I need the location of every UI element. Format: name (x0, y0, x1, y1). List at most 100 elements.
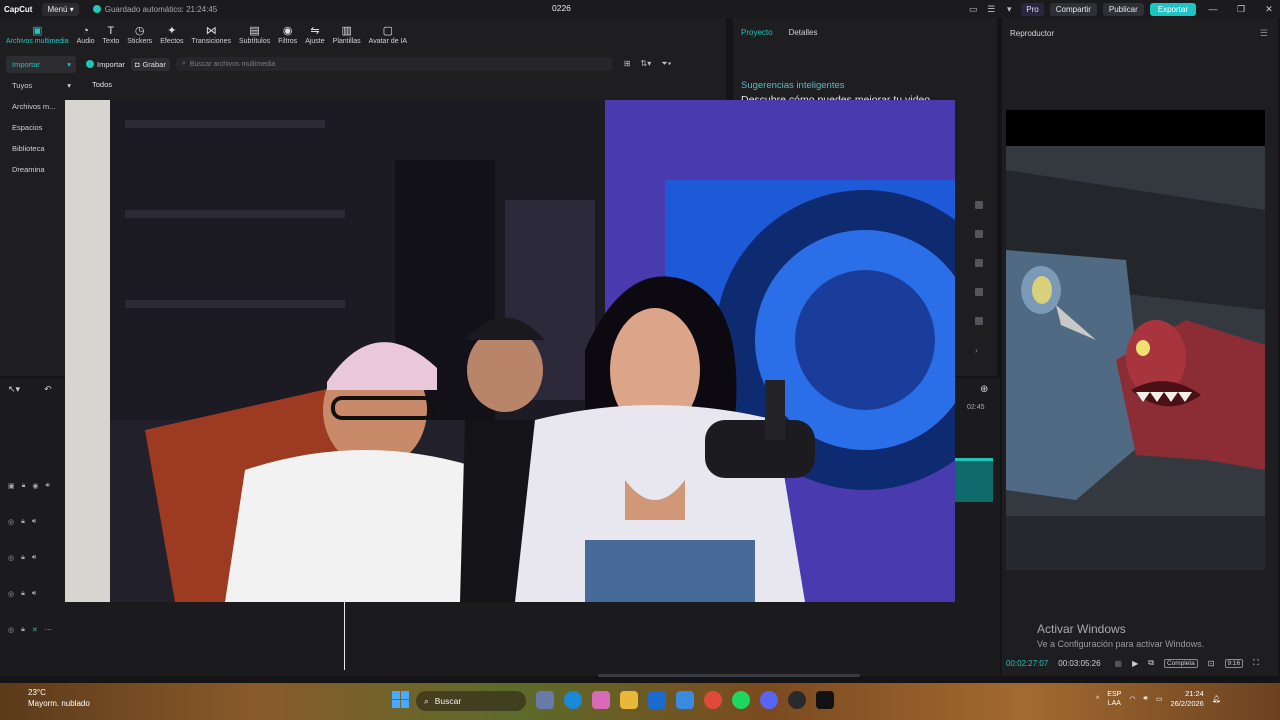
tool-effects[interactable]: ✦ Efectos (156, 25, 187, 48)
grid-view-icon[interactable]: ⊞ (624, 59, 631, 69)
weather-widget[interactable]: 23°C Mayorm. nublado (10, 687, 90, 709)
notification-icon[interactable]: 🔔︎ (1212, 695, 1221, 703)
chrome-icon[interactable] (704, 691, 722, 709)
timeline-clip[interactable] (955, 458, 993, 502)
crop-icon[interactable]: ⧉ (1148, 658, 1154, 668)
pro-button[interactable]: Pro (1021, 2, 1044, 16)
tab-project[interactable]: Proyecto (741, 28, 773, 37)
shortcuts-icon[interactable]: ☰ (985, 4, 997, 15)
store-icon[interactable] (676, 691, 694, 709)
playhead[interactable] (344, 600, 345, 670)
lock-icon[interactable]: 🔒︎ (21, 590, 25, 598)
tool-text[interactable]: T Texto (99, 25, 124, 48)
list-item[interactable] (975, 288, 983, 296)
tool-subtitles[interactable]: ▤ Subtítulos (235, 25, 274, 48)
activation-watermark-title: Activar Windows (1037, 622, 1126, 636)
battery-icon[interactable]: ▭ (1156, 695, 1163, 703)
tool-transitions[interactable]: ⋈ Transiciones (188, 25, 235, 48)
folder-icon[interactable] (620, 691, 638, 709)
app-icon[interactable] (788, 691, 806, 709)
layout-icon[interactable]: ▭ (967, 4, 979, 15)
eye-icon[interactable]: ◉ (32, 482, 38, 490)
more-icon[interactable]: ⋯ (45, 626, 52, 634)
cursor-icon[interactable]: ↖▾ (8, 384, 20, 395)
sidebar-item-label: Espacios (12, 123, 43, 132)
tool-stickers[interactable]: ◷ Stickers (123, 25, 156, 48)
chevron-down-icon[interactable]: ▾ (1003, 4, 1015, 15)
menu-button[interactable]: Menú ▾ (42, 2, 79, 16)
current-timecode: 00:02:27:07 (1006, 658, 1049, 668)
ratio-button[interactable]: 9:16 (1224, 658, 1244, 668)
check-icon (92, 5, 101, 13)
volume-icon[interactable]: 🔊︎ (32, 590, 36, 598)
lock-icon[interactable]: 🔒︎ (21, 518, 25, 526)
copilot-icon[interactable] (592, 691, 610, 709)
record-button[interactable]: ◘ Grabar (130, 57, 170, 71)
lock-icon[interactable]: 🔒︎ (21, 554, 25, 562)
player-video[interactable] (1006, 110, 1265, 570)
discord-icon[interactable] (760, 691, 778, 709)
menu-icon[interactable]: ☰ (1260, 28, 1268, 39)
volume-icon[interactable]: 🔊︎ (32, 554, 36, 562)
tray-arrow-icon[interactable]: ^ (1096, 696, 1099, 703)
tab-details[interactable]: Detalles (789, 28, 818, 37)
tool-media[interactable]: ▣ Archivos multimedia (2, 25, 73, 48)
volume-icon[interactable]: 🔊︎ (45, 482, 49, 490)
list-item[interactable] (975, 201, 983, 209)
maximize-icon[interactable]: ❐ (1230, 4, 1252, 15)
spotify-icon[interactable] (732, 691, 750, 709)
zoom-in-icon[interactable]: ⊕ (980, 384, 988, 395)
audio-icon: ◔ (82, 25, 89, 37)
outlook-icon[interactable] (648, 691, 666, 709)
player-controls: 00:02:27:07 00:03:05:26 ▦ ▶ ⧉ Completa ⊡… (1006, 656, 1274, 670)
chevron-right-icon[interactable]: › (975, 346, 983, 355)
wifi-icon[interactable]: ◠ (1129, 695, 1135, 703)
quality-button[interactable]: Completa (1163, 658, 1198, 668)
list-item[interactable] (975, 317, 983, 325)
widgets-icon[interactable] (536, 691, 554, 709)
timeline-scrollbar[interactable] (598, 674, 860, 677)
export-button[interactable]: Exportar (1149, 2, 1196, 16)
autosave-text: Guardado automático: 21:24:45 (104, 4, 218, 14)
tool-audio[interactable]: ◔ Audio (73, 25, 99, 48)
list-item[interactable] (975, 259, 983, 267)
play-icon[interactable]: ▶ (1132, 659, 1138, 668)
language-indicator[interactable]: ESP LAA (1107, 690, 1121, 708)
subtitles-icon: ▤ (249, 25, 260, 37)
weather-desc: Mayorm. nublado (28, 699, 90, 708)
project-name[interactable]: 0226 (552, 3, 571, 13)
sort-icon[interactable]: ⇅▾ (641, 59, 652, 69)
start-icon[interactable] (392, 691, 409, 708)
fit-icon[interactable]: ⊡ (1208, 659, 1215, 668)
tool-filters[interactable]: ◉ Filtros (274, 25, 301, 48)
clock[interactable]: 21:24 26/2/2026 (1170, 689, 1203, 709)
tool-adjust[interactable]: ⇋ Ajuste (301, 25, 328, 48)
volume-icon[interactable]: 🔊︎ (32, 518, 36, 526)
lock-icon[interactable]: 🔒︎ (21, 626, 25, 634)
close-icon[interactable]: ✕ (32, 626, 38, 634)
import-button[interactable]: Importar (86, 60, 125, 69)
close-icon[interactable]: ✕ (1258, 4, 1280, 15)
audio-track-icon: ◎ (8, 627, 15, 634)
sidebar-item-import[interactable]: Importar ▾ (6, 56, 76, 73)
minimize-icon[interactable]: — (1202, 4, 1224, 14)
tool-avatar[interactable]: ▢ Avatar de IA (365, 25, 411, 48)
undo-icon[interactable]: ↶ (44, 384, 52, 395)
fullscreen-icon[interactable]: ⛶ (1253, 658, 1259, 668)
capcut-icon[interactable] (816, 691, 834, 709)
list-item[interactable] (975, 230, 983, 238)
search-input[interactable]: ⌕ Buscar archivos multimedia (175, 57, 612, 71)
volume-icon[interactable]: 🔊︎ (1143, 695, 1147, 703)
tool-templates[interactable]: ▥ Plantillas (329, 25, 365, 48)
edge-icon[interactable] (564, 691, 582, 709)
grid-icon[interactable]: ▦ (1115, 659, 1123, 668)
filter-icon[interactable]: ⏷▾ (661, 59, 671, 69)
taskbar-apps (536, 691, 834, 709)
cover-icon[interactable]: ▣ (8, 482, 15, 490)
sidebar-item-yours[interactable]: Tuyos ▾ (6, 77, 76, 94)
lock-icon[interactable]: 🔒︎ (22, 482, 26, 490)
publish-button[interactable]: Publicar (1102, 2, 1144, 16)
share-button[interactable]: Compartir (1049, 2, 1097, 16)
filter-all-tab[interactable]: Todos (92, 80, 112, 89)
taskbar-search[interactable]: ⌕ Buscar (416, 691, 526, 711)
